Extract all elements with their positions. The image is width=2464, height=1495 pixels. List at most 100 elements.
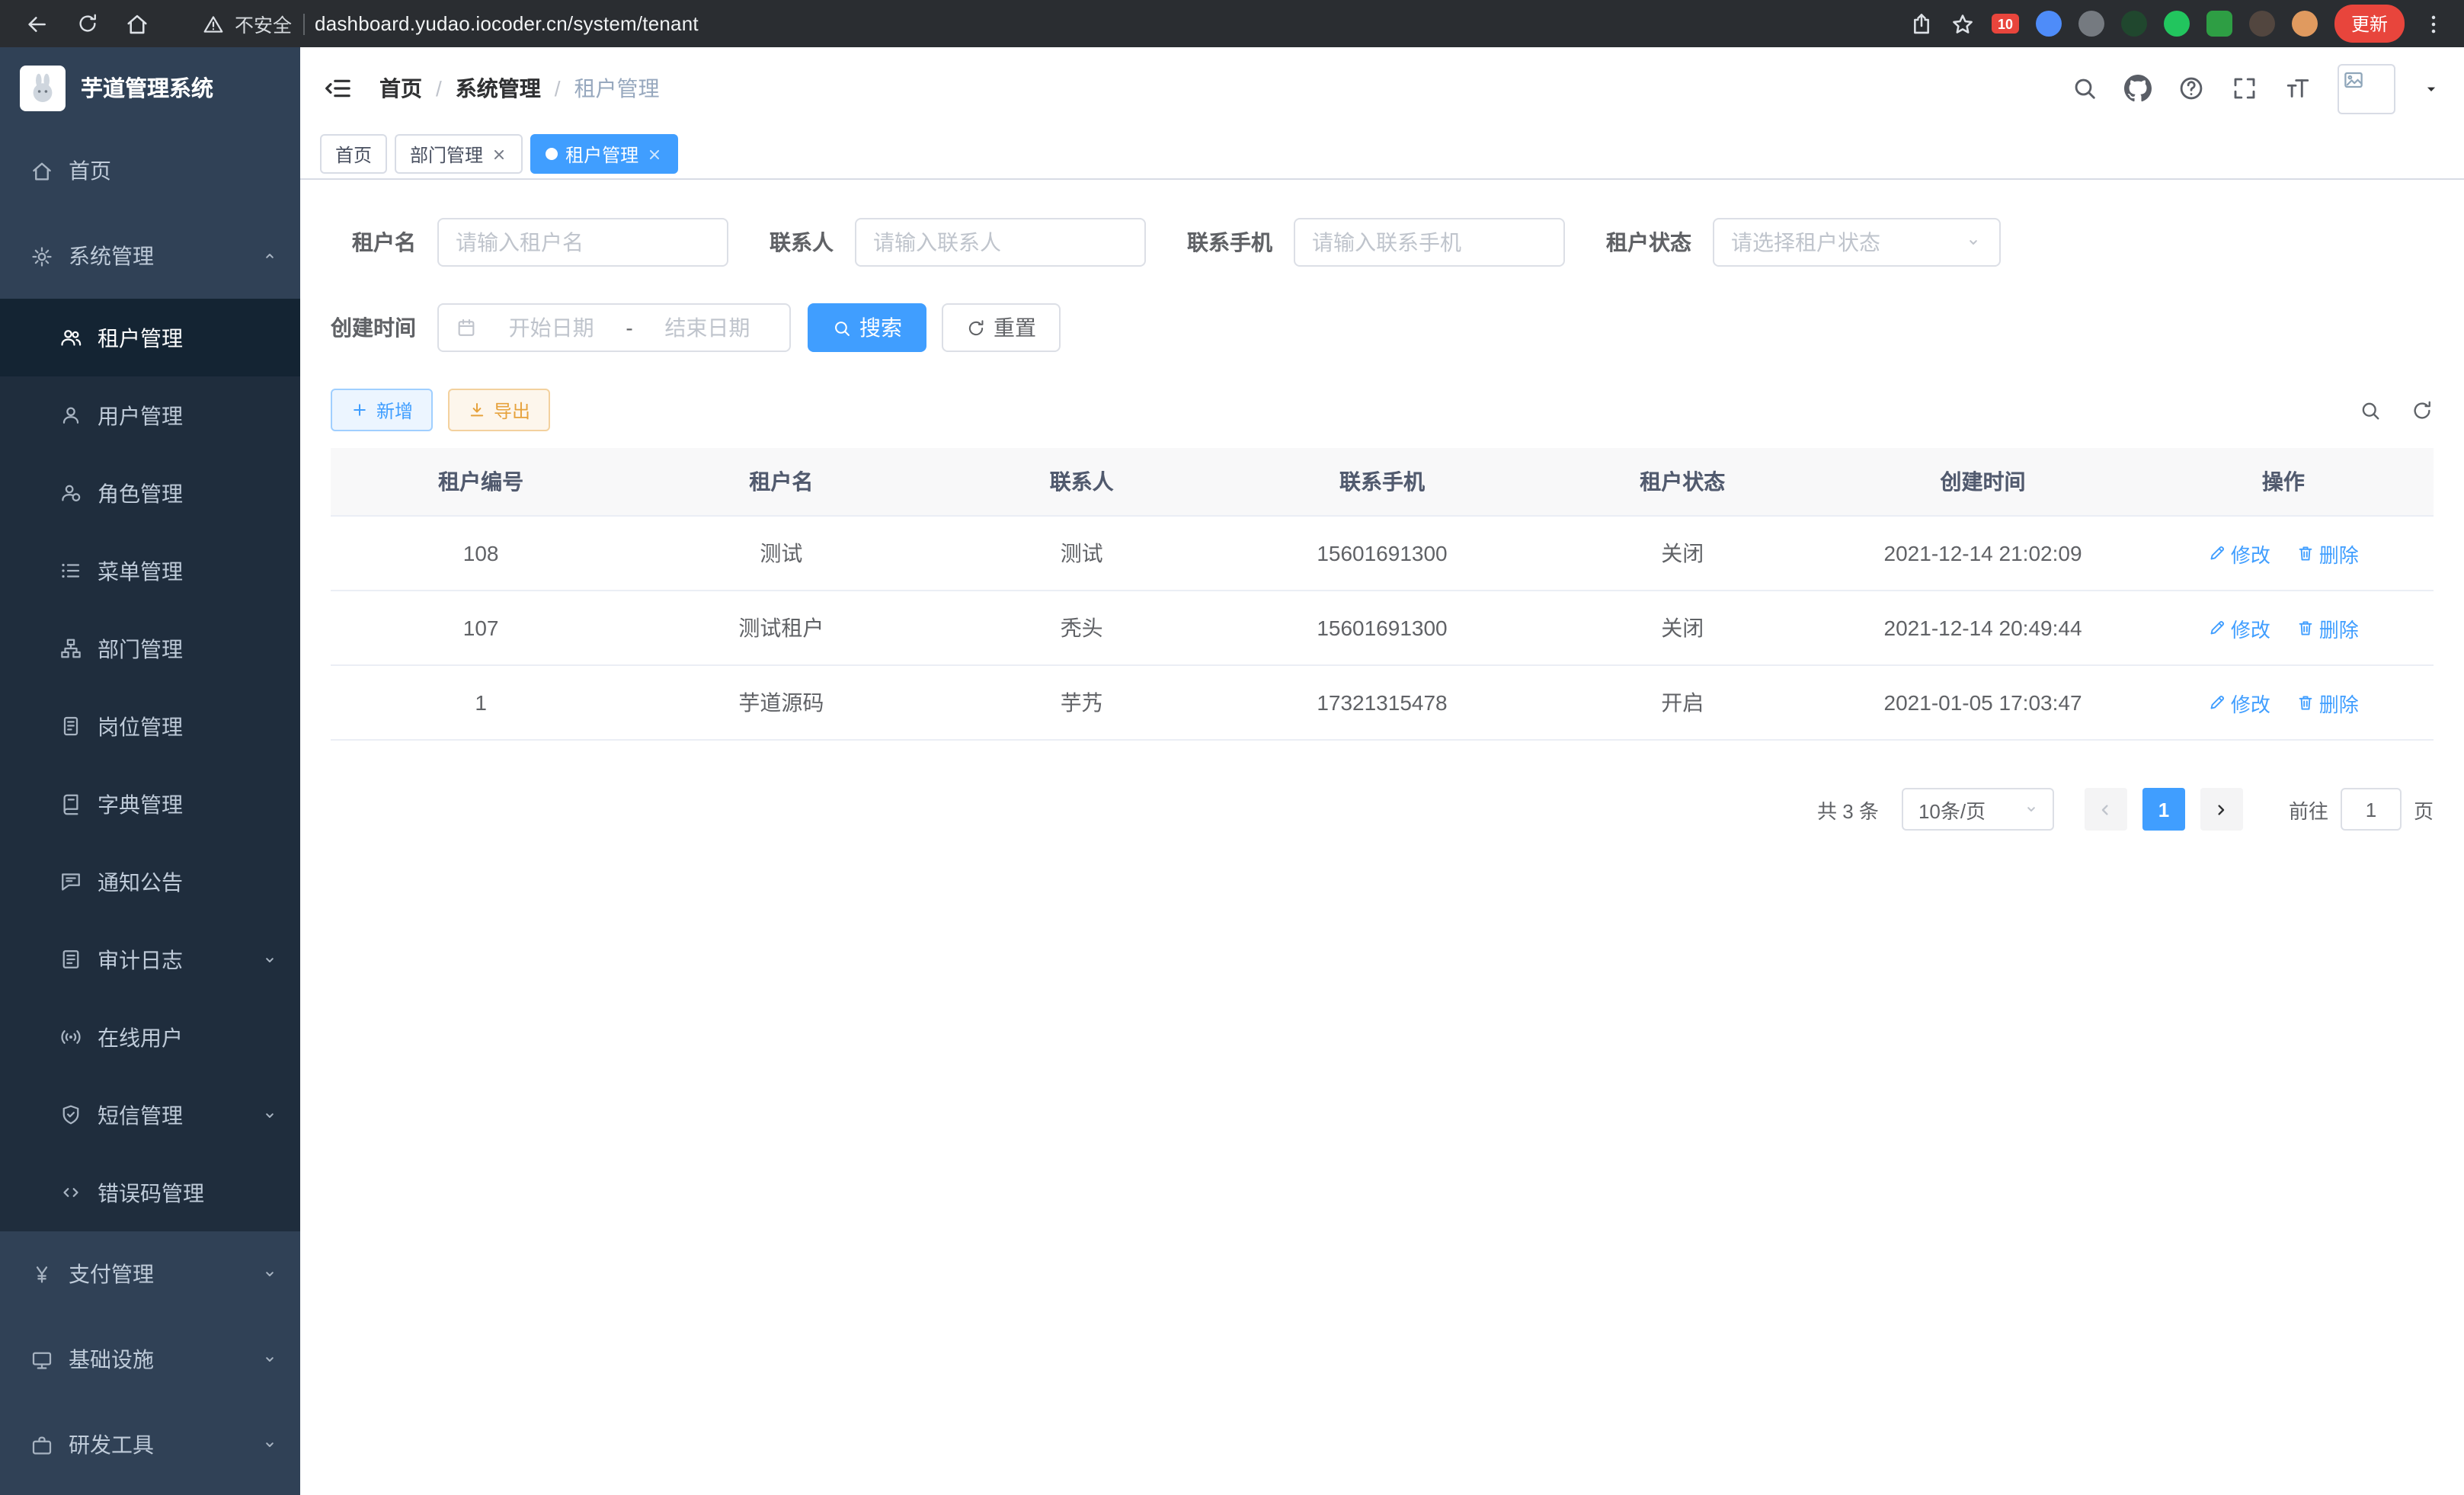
font-size-button[interactable]	[2284, 75, 2312, 102]
fullscreen-button[interactable]	[2231, 75, 2258, 102]
tenant-name-input[interactable]	[456, 230, 710, 255]
extension-icon-green[interactable]	[2164, 11, 2190, 37]
page-size-select[interactable]: 10条/页	[1902, 788, 2054, 831]
reset-button[interactable]: 重置	[942, 303, 1061, 352]
navbar-actions	[2071, 63, 2441, 114]
table-tool-icons	[2359, 399, 2434, 421]
search-button[interactable]: 搜索	[808, 303, 926, 352]
sidebar-item-payment-management[interactable]: 支付管理	[0, 1231, 300, 1317]
date-end-input[interactable]	[642, 315, 773, 340]
chrome-update-button[interactable]: 更新	[2334, 5, 2405, 43]
delete-link[interactable]: 删除	[2296, 613, 2359, 642]
browser-menu-kebab-icon[interactable]	[2421, 11, 2446, 36]
edit-pencil-icon	[2208, 693, 2226, 712]
filter-row-1: 租户名 联系人 联系手机	[331, 218, 2434, 267]
export-button[interactable]: 导出	[448, 389, 550, 431]
sidebar-item-user-management[interactable]: 用户管理	[0, 376, 300, 454]
date-start-input[interactable]	[486, 315, 616, 340]
app-logo[interactable]: 芋道管理系统	[0, 47, 300, 128]
delete-label: 删除	[2319, 539, 2359, 568]
address-bar[interactable]: 不安全 dashboard.yudao.iocoder.cn/system/te…	[203, 9, 699, 38]
status-select[interactable]: 请选择租户状态	[1713, 218, 2001, 267]
search-icon	[2071, 75, 2098, 102]
col-contact: 联系人	[932, 448, 1232, 516]
sidebar-item-online-user[interactable]: 在线用户	[0, 998, 300, 1076]
cell-actions: 修改 删除	[2133, 516, 2434, 591]
goto-page-input[interactable]	[2341, 788, 2402, 831]
refresh-icon[interactable]	[2411, 399, 2434, 421]
sidebar-toggle-button[interactable]	[323, 73, 354, 104]
sidebar-item-infrastructure[interactable]: 基础设施	[0, 1317, 300, 1402]
edit-link[interactable]: 修改	[2208, 688, 2270, 717]
tab-close-button[interactable]	[491, 146, 507, 162]
page-number-1[interactable]: 1	[2142, 788, 2185, 831]
sidebar-item-role-management[interactable]: 角色管理	[0, 454, 300, 532]
browser-back-button[interactable]	[18, 5, 55, 42]
breadcrumb-home[interactable]: 首页	[379, 73, 422, 104]
date-range-picker[interactable]: -	[437, 303, 791, 352]
user-menu-caret[interactable]	[2421, 78, 2441, 98]
tab-close-button[interactable]	[646, 146, 663, 162]
sidebar-item-system-management[interactable]: 系统管理	[0, 213, 300, 299]
contact-input[interactable]	[873, 230, 1128, 255]
sidebar-item-label: 字典管理	[98, 789, 183, 819]
phone-input[interactable]	[1312, 230, 1547, 255]
delete-link[interactable]: 删除	[2296, 539, 2359, 568]
next-page-button[interactable]	[2200, 788, 2243, 831]
sidebar-item-tenant-management[interactable]: 租户管理	[0, 299, 300, 376]
sidebar-item-sms-management[interactable]: 短信管理	[0, 1076, 300, 1154]
extension-icon-darkgreen[interactable]	[2121, 11, 2147, 37]
sidebar-item-label: 岗位管理	[98, 711, 183, 741]
trash-icon	[2296, 693, 2315, 712]
col-status: 租户状态	[1532, 448, 1832, 516]
extension-icon-gray[interactable]	[2078, 11, 2104, 37]
chevron-down-icon	[1964, 233, 1982, 251]
extension-icon-green-square[interactable]	[2206, 11, 2232, 37]
filter-tenant-name: 租户名	[331, 218, 728, 267]
breadcrumb: 首页 / 系统管理 / 租户管理	[379, 73, 660, 104]
user-avatar[interactable]	[2338, 63, 2395, 114]
breadcrumb-system-management[interactable]: 系统管理	[456, 73, 541, 104]
sidebar-item-label: 菜单管理	[98, 555, 183, 586]
tab-tenant-management[interactable]: 租户管理	[530, 134, 678, 174]
profile-avatar[interactable]	[2292, 11, 2318, 37]
sidebar-item-audit-log[interactable]: 审计日志	[0, 920, 300, 998]
cell-phone: 15601691300	[1232, 516, 1532, 591]
sidebar-item-dev-tools[interactable]: 研发工具	[0, 1402, 300, 1487]
role-icon	[59, 482, 82, 504]
extension-icon-brown[interactable]	[2249, 11, 2275, 37]
share-icon[interactable]	[1909, 11, 1934, 36]
sidebar-item-menu-management[interactable]: 菜单管理	[0, 532, 300, 610]
edit-link[interactable]: 修改	[2208, 539, 2270, 568]
sidebar-item-dict-management[interactable]: 字典管理	[0, 765, 300, 843]
back-arrow-icon	[24, 11, 49, 36]
header-search-button[interactable]	[2071, 75, 2098, 102]
sidebar-item-error-code-management[interactable]: 错误码管理	[0, 1154, 300, 1231]
help-button[interactable]	[2178, 75, 2205, 102]
infrastructure-icon	[30, 1348, 53, 1371]
tab-dept-management[interactable]: 部门管理	[395, 134, 523, 174]
browser-home-button[interactable]	[119, 5, 155, 42]
sidebar-item-post-management[interactable]: 岗位管理	[0, 687, 300, 765]
add-button[interactable]: 新增	[331, 389, 433, 431]
extension-badge[interactable]: 10	[1992, 14, 2019, 34]
sidebar-item-dept-management[interactable]: 部门管理	[0, 610, 300, 687]
extension-icon-blue[interactable]	[2036, 11, 2062, 37]
tab-home[interactable]: 首页	[320, 134, 387, 174]
sidebar-item-notice[interactable]: 通知公告	[0, 843, 300, 920]
font-size-icon	[2284, 75, 2312, 102]
cell-contact: 秃头	[932, 591, 1232, 665]
edit-link[interactable]: 修改	[2208, 613, 2270, 642]
sidebar-item-home[interactable]: 首页	[0, 128, 300, 213]
prev-page-button[interactable]	[2085, 788, 2127, 831]
bookmark-star-icon[interactable]	[1950, 11, 1975, 36]
chevron-down-icon	[261, 950, 279, 968]
browser-reload-button[interactable]	[69, 5, 105, 42]
chevron-left-icon	[2096, 799, 2116, 819]
github-link[interactable]	[2124, 75, 2152, 102]
app-navbar: 首页 / 系统管理 / 租户管理	[300, 47, 2464, 130]
fold-menu-icon	[323, 73, 354, 104]
close-icon	[491, 146, 507, 162]
search-toggle-icon[interactable]	[2359, 399, 2382, 421]
delete-link[interactable]: 删除	[2296, 688, 2359, 717]
